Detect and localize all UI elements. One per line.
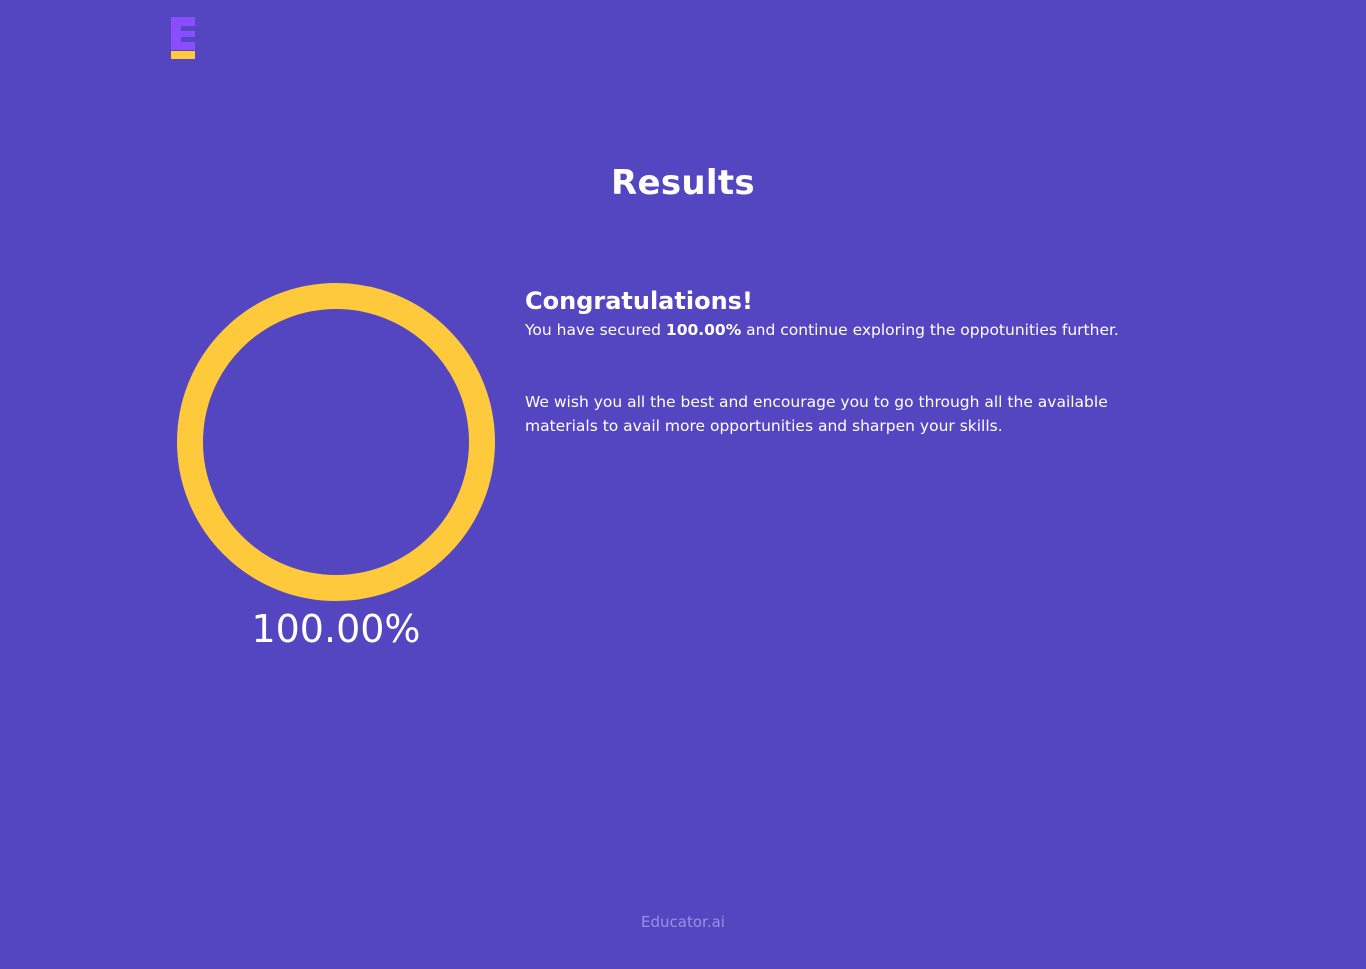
score-percentage: 100.00%	[251, 607, 421, 651]
congrats-heading: Congratulations!	[525, 287, 753, 315]
secured-prefix: You have secured	[525, 321, 666, 339]
results-page: Results 100.00% Congratulations! You hav…	[0, 0, 1366, 969]
result-message: Congratulations! You have secured 100.00…	[525, 286, 1145, 438]
secured-suffix: and continue exploring the oppotunities …	[741, 321, 1119, 339]
score-ring-progress	[177, 283, 495, 601]
page-title: Results	[611, 163, 755, 203]
encouragement-text: We wish you all the best and encourage y…	[525, 393, 1108, 435]
footer-brand: Educator.ai	[641, 913, 725, 931]
educator-logo-icon[interactable]	[171, 17, 195, 59]
secured-text: You have secured 100.00% and continue ex…	[525, 318, 1145, 342]
score-ring	[176, 282, 496, 602]
logo-graphic	[171, 17, 195, 59]
secured-value: 100.00%	[665, 321, 742, 339]
